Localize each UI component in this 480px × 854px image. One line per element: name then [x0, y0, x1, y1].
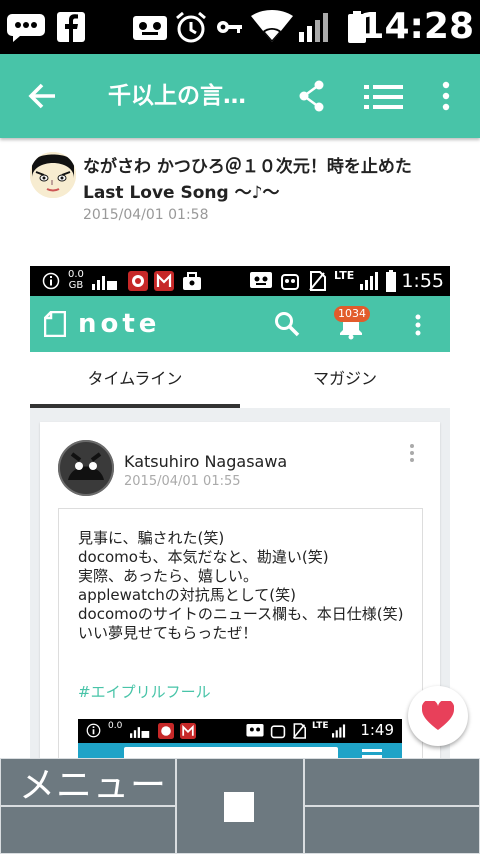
search-icon[interactable] [274, 311, 300, 337]
nested-screenshot[interactable]: 0.0 LTE 1:49 [78, 719, 402, 758]
wifi-icon [251, 10, 293, 42]
soft-key-right-bottom[interactable] [304, 806, 480, 854]
robot-icon [281, 274, 299, 290]
more-vert-icon[interactable] [438, 78, 454, 114]
net-speed-unit: GB [68, 280, 84, 291]
net-speed-value: 0.0 [68, 269, 84, 280]
list-icon[interactable] [364, 82, 404, 112]
status-bar: 14:28 [0, 0, 480, 54]
back-arrow-icon[interactable] [24, 78, 60, 114]
nested-search-field [124, 747, 338, 758]
tab-timeline[interactable]: タイムライン [30, 352, 240, 408]
info-icon [42, 272, 60, 290]
menu-key[interactable]: メニュー [0, 758, 176, 806]
author-name-line2: Last Love Song 〜♪〜 [83, 183, 280, 203]
embedded-tabs: タイムライン マガジン [30, 352, 450, 408]
cell-signal-icon [332, 724, 346, 738]
share-icon[interactable] [298, 78, 326, 114]
no-sim-icon [292, 723, 306, 739]
nested-menu-icon [362, 749, 382, 758]
net-speed: 0.0 GB [68, 269, 84, 291]
embedded-screenshot[interactable]: 0.0 GB LTE 1:55 note 1034 タイムライン マガジン Ka… [30, 266, 450, 758]
signal-strength-icon [92, 276, 117, 290]
menu-label: メニュー [19, 765, 168, 806]
lte-label: LTE [334, 269, 355, 282]
post-date: 2015/04/01 01:58 [83, 207, 209, 223]
cell-signal-icon [360, 272, 378, 290]
voicemail-icon [133, 16, 167, 40]
card-date: 2015/04/01 01:55 [124, 474, 241, 489]
embedded-status-bar: 0.0 GB LTE 1:55 [30, 266, 450, 296]
status-time: 14:28 [359, 6, 474, 47]
more-vert-icon[interactable] [414, 313, 422, 337]
messenger-icon [7, 14, 45, 42]
mcafee-icon [180, 723, 196, 739]
key-icon [217, 21, 242, 33]
avatar[interactable] [30, 152, 76, 198]
nested-status-bar: 0.0 LTE 1:49 [78, 719, 402, 743]
voicemail-icon [246, 724, 264, 737]
app-notification-icon [128, 271, 148, 291]
voicemail-icon [250, 272, 272, 288]
card-more-icon[interactable] [408, 442, 416, 464]
author-name[interactable]: ながさわ かつひろ＠１０次元！時を止めた Last Love Song 〜♪〜 [83, 154, 473, 206]
soft-menu-bar: メニュー [0, 758, 480, 854]
mcafee-icon [154, 271, 174, 291]
bag-icon [183, 272, 201, 290]
hashtag-link[interactable]: #エイプリルフール [78, 681, 211, 702]
stop-square-icon [224, 792, 254, 822]
app-notification-icon [158, 723, 174, 739]
soft-key-left-bottom[interactable] [0, 806, 176, 854]
alarm-icon [176, 11, 206, 43]
facebook-icon [57, 12, 85, 43]
nested-status-time: 1:49 [360, 721, 394, 739]
signal-strength-icon [130, 727, 150, 738]
robot-icon [270, 725, 286, 739]
nested-lte-label: LTE [312, 721, 329, 731]
card-body: 見事に、騙された(笑) docomoも、本気だなと、勘違い(笑) 実際、あったら… [58, 508, 423, 758]
info-icon [86, 723, 101, 738]
note-logo-text: note [78, 309, 161, 339]
like-button[interactable] [408, 686, 468, 746]
signal-icon [299, 13, 328, 42]
note-app-bar: note 1034 [30, 296, 450, 352]
notification-badge: 1034 [334, 306, 370, 322]
battery-icon [386, 270, 396, 292]
embedded-status-time: 1:55 [401, 270, 444, 292]
note-post-card[interactable]: Katsuhiro Nagasawa 2015/04/01 01:55 見事に、… [40, 422, 440, 758]
no-sim-icon [309, 271, 326, 291]
tab-magazine[interactable]: マガジン [240, 352, 450, 408]
note-logo-icon [44, 311, 66, 337]
heart-icon [422, 701, 454, 730]
app-bar: 千以上の言… [0, 54, 480, 138]
nested-net-speed: 0.0 [108, 721, 123, 731]
soft-key-right-top[interactable] [304, 758, 480, 806]
card-author-name[interactable]: Katsuhiro Nagasawa [124, 452, 287, 471]
card-text: 見事に、騙された(笑) docomoも、本気だなと、勘違い(笑) 実際、あったら… [78, 529, 404, 642]
author-name-line1: ながさわ かつひろ＠１０次元！時を止めた [83, 157, 412, 177]
nested-app-bar [78, 743, 402, 758]
page-title: 千以上の言… [108, 83, 246, 109]
card-avatar[interactable] [58, 440, 114, 496]
